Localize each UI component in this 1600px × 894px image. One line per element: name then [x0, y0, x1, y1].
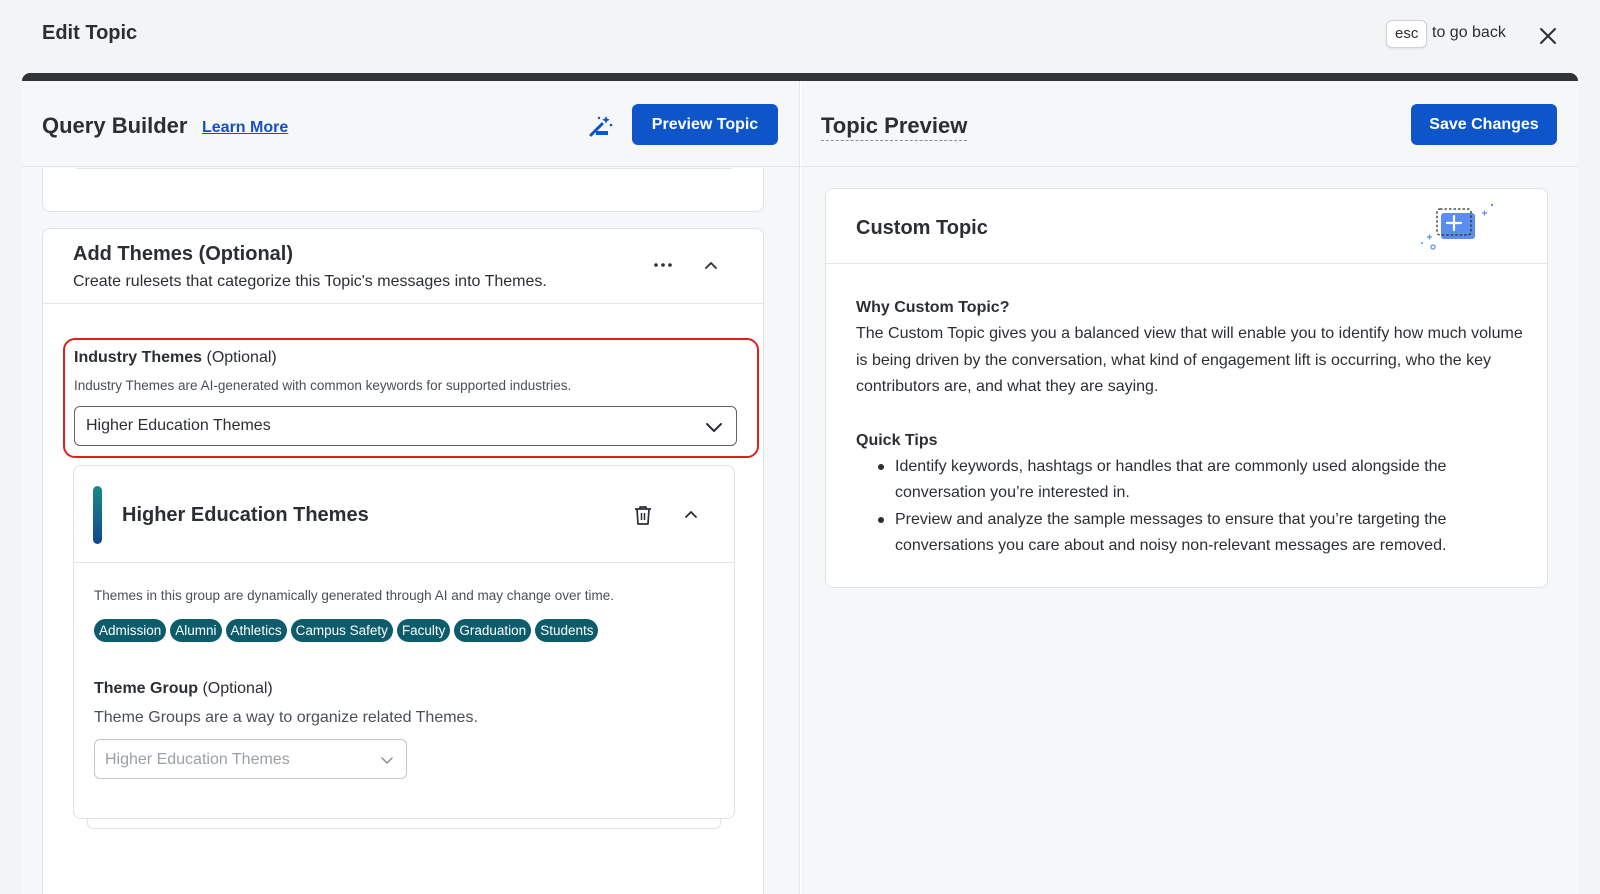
- theme-chip-graduation[interactable]: Graduation: [454, 619, 532, 642]
- close-icon[interactable]: [1536, 24, 1560, 48]
- quick-tips-list: Identify keywords, hashtags or handles t…: [856, 454, 1526, 560]
- theme-group-label: Theme Group (Optional): [94, 680, 273, 698]
- esc-hint-text: to go back: [1432, 24, 1506, 41]
- industry-themes-selected: Higher Education Themes: [86, 417, 271, 434]
- add-themes-header: Add Themes (Optional) Create rulesets th…: [43, 229, 763, 304]
- trash-icon[interactable]: [633, 504, 653, 526]
- edit-topic-modal: Query Builder Learn More Preview Topic A…: [22, 73, 1578, 894]
- theme-group-label-text: Theme Group: [94, 680, 199, 697]
- stacked-card-edge: [87, 819, 721, 829]
- magic-wand-icon[interactable]: [588, 113, 614, 139]
- custom-topic-title: Custom Topic: [856, 217, 988, 239]
- chevron-up-icon[interactable]: [681, 504, 701, 524]
- learn-more-link[interactable]: Learn More: [202, 119, 288, 137]
- theme-chip-faculty[interactable]: Faculty: [396, 619, 451, 642]
- topic-preview-scroll-area[interactable]: Custom Topic Why Custom Topic? The Custo…: [801, 168, 1578, 894]
- list-item: Preview and analyze the sample messages …: [878, 507, 1526, 560]
- query-builder-header: Query Builder Learn More Preview Topic: [22, 81, 799, 167]
- preview-topic-button[interactable]: Preview Topic: [632, 104, 778, 145]
- previous-section-inner: [73, 168, 735, 169]
- top-bar: Edit Topic esc to go back: [0, 0, 1600, 72]
- chevron-up-icon[interactable]: [701, 255, 721, 275]
- topic-preview-title: Topic Preview: [821, 113, 968, 141]
- theme-chip-campus-safety[interactable]: Campus Safety: [290, 619, 393, 642]
- higher-education-themes-description: Themes in this group are dynamically gen…: [94, 588, 615, 603]
- higher-education-themes-title: Higher Education Themes: [122, 504, 369, 526]
- theme-chip-students[interactable]: Students: [535, 619, 599, 642]
- more-options-icon[interactable]: [651, 255, 675, 275]
- quick-tips-heading: Quick Tips: [856, 431, 938, 449]
- higher-education-themes-header: Higher Education Themes: [74, 466, 734, 563]
- custom-topic-illustration-icon: [1421, 203, 1494, 250]
- theme-group-help: Theme Groups are a way to organize relat…: [94, 709, 478, 726]
- save-changes-button[interactable]: Save Changes: [1411, 104, 1557, 145]
- theme-group-select[interactable]: Higher Education Themes: [94, 739, 407, 779]
- custom-topic-card: Custom Topic Why Custom Topic? The Custo…: [825, 188, 1548, 588]
- chevron-down-icon: [381, 757, 393, 764]
- theme-chip-admission[interactable]: Admission: [94, 619, 167, 642]
- add-themes-card: Add Themes (Optional) Create rulesets th…: [42, 228, 764, 894]
- theme-chip-alumni[interactable]: Alumni: [170, 619, 222, 642]
- custom-topic-body: Why Custom Topic? The Custom Topic gives…: [856, 295, 1526, 560]
- query-builder-title: Query Builder: [42, 113, 188, 138]
- industry-themes-select[interactable]: Higher Education Themes: [74, 406, 737, 446]
- page-title: Edit Topic: [42, 22, 138, 44]
- theme-chips: Admission Alumni Athletics Campus Safety…: [94, 619, 599, 642]
- query-builder-panel: Query Builder Learn More Preview Topic A…: [22, 81, 800, 894]
- chevron-down-icon: [706, 423, 722, 432]
- theme-chip-athletics[interactable]: Athletics: [225, 619, 287, 642]
- add-themes-title: Add Themes (Optional): [73, 243, 293, 265]
- previous-section-card: [42, 168, 764, 212]
- theme-group-optional: (Optional): [202, 680, 273, 697]
- industry-themes-label-text: Industry Themes: [74, 349, 203, 366]
- query-builder-scroll-area[interactable]: Add Themes (Optional) Create rulesets th…: [22, 168, 799, 894]
- industry-themes-optional: (Optional): [206, 349, 277, 366]
- add-themes-subtitle: Create rulesets that categorize this Top…: [73, 273, 547, 290]
- why-custom-topic-text: The Custom Topic gives you a balanced vi…: [856, 325, 1523, 395]
- custom-topic-header: Custom Topic: [826, 189, 1547, 264]
- topic-preview-panel: Topic Preview Save Changes Custom Topic: [801, 81, 1578, 894]
- industry-themes-section: Industry Themes (Optional) Industry Them…: [63, 338, 759, 458]
- theme-group-placeholder: Higher Education Themes: [105, 751, 290, 768]
- industry-themes-help: Industry Themes are AI-generated with co…: [74, 378, 572, 393]
- esc-key-hint: esc: [1386, 20, 1428, 48]
- list-item: Identify keywords, hashtags or handles t…: [878, 454, 1526, 507]
- topic-preview-header: Topic Preview Save Changes: [801, 81, 1578, 167]
- why-custom-topic-heading: Why Custom Topic?: [856, 299, 1010, 316]
- industry-themes-label: Industry Themes (Optional): [74, 349, 277, 367]
- accent-bar: [93, 486, 102, 544]
- higher-education-themes-card: Higher Education Themes Themes in this g…: [73, 465, 735, 819]
